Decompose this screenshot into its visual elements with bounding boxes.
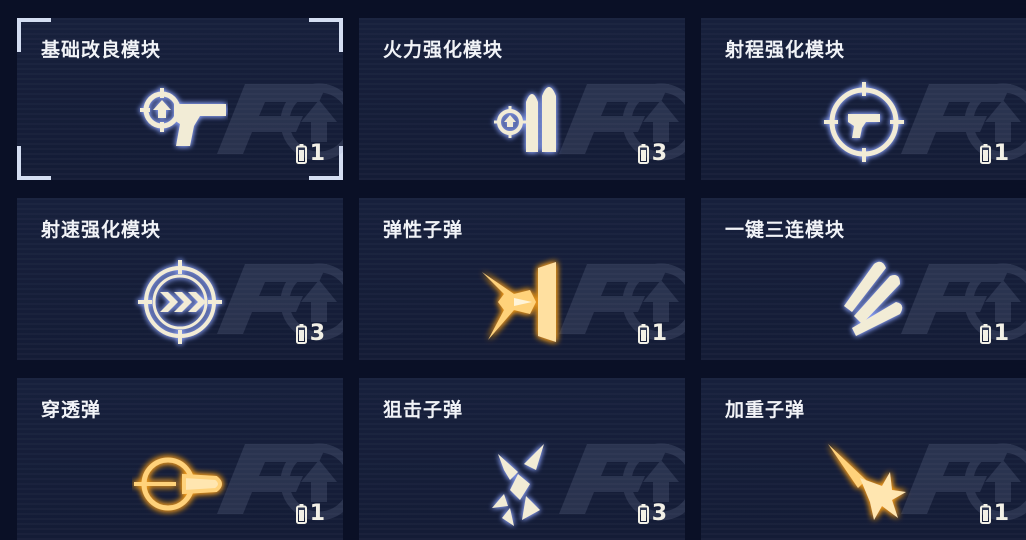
scope-chevrons-icon xyxy=(132,254,228,350)
battery-icon xyxy=(296,504,307,524)
battery-icon xyxy=(980,504,991,524)
battery-icon xyxy=(638,324,649,344)
module-count-value: 1 xyxy=(993,501,1009,526)
module-name: 穿透弹 xyxy=(41,399,102,421)
heavy-bullet-icon xyxy=(816,434,912,530)
module-card-fire-rate[interactable]: 射速强化模块 3 xyxy=(17,198,343,360)
module-count-value: 1 xyxy=(993,141,1009,166)
battery-icon xyxy=(980,144,991,164)
module-name: 火力强化模块 xyxy=(383,39,504,61)
battery-icon xyxy=(638,504,649,524)
battery-icon xyxy=(296,324,307,344)
module-count-value: 1 xyxy=(651,321,667,346)
module-count-value: 3 xyxy=(651,501,667,526)
module-card-piercing-bullet[interactable]: 穿透弹 1 xyxy=(17,378,343,540)
module-count: 3 xyxy=(638,141,667,166)
module-card-bouncing-bullet[interactable]: 弹性子弹 1 xyxy=(359,198,685,360)
module-name: 一键三连模块 xyxy=(725,219,846,241)
module-card-sniper-bullet[interactable]: 狙击子弹 3 xyxy=(359,378,685,540)
module-count: 1 xyxy=(638,321,667,346)
module-count-value: 1 xyxy=(309,501,325,526)
module-count-value: 3 xyxy=(309,321,325,346)
triple-bullet-icon xyxy=(816,254,912,350)
module-card-range[interactable]: 射程强化模块 1 xyxy=(701,18,1026,180)
module-name: 射程强化模块 xyxy=(725,39,846,61)
module-count: 1 xyxy=(296,141,325,166)
battery-icon xyxy=(296,144,307,164)
module-name: 弹性子弹 xyxy=(383,219,464,241)
module-card-heavy-bullet[interactable]: 加重子弹 1 xyxy=(701,378,1026,540)
scope-pistol-icon xyxy=(816,74,912,170)
module-card-basic-improvement[interactable]: 基础改良模块 1 xyxy=(17,18,343,180)
module-name: 基础改良模块 xyxy=(41,39,162,61)
module-name: 加重子弹 xyxy=(725,399,806,421)
module-name: 射速强化模块 xyxy=(41,219,162,241)
module-name: 狙击子弹 xyxy=(383,399,464,421)
sniper-bullet-icon xyxy=(474,434,570,530)
bouncing-bullet-icon xyxy=(474,254,570,350)
module-count: 1 xyxy=(296,501,325,526)
piercing-bullet-icon xyxy=(132,434,228,530)
module-count-value: 1 xyxy=(993,321,1009,346)
module-card-firepower[interactable]: 火力强化模块 3 xyxy=(359,18,685,180)
module-count: 3 xyxy=(296,321,325,346)
module-count: 1 xyxy=(980,501,1009,526)
selection-corner xyxy=(309,18,343,52)
module-count-value: 1 xyxy=(309,141,325,166)
module-card-triple-shot[interactable]: 一键三连模块 1 xyxy=(701,198,1026,360)
module-grid: 基础改良模块 1 火力强化模块 3 射程强化模块 1 射速强化模块 3 弹性子弹… xyxy=(0,0,1026,540)
battery-icon xyxy=(980,324,991,344)
pistol-target-upgrade-icon xyxy=(132,74,228,170)
bullets-upgrade-icon xyxy=(474,74,570,170)
battery-icon xyxy=(638,144,649,164)
module-count: 1 xyxy=(980,141,1009,166)
module-count: 3 xyxy=(638,501,667,526)
selection-corner xyxy=(17,146,51,180)
module-count: 1 xyxy=(980,321,1009,346)
module-count-value: 3 xyxy=(651,141,667,166)
